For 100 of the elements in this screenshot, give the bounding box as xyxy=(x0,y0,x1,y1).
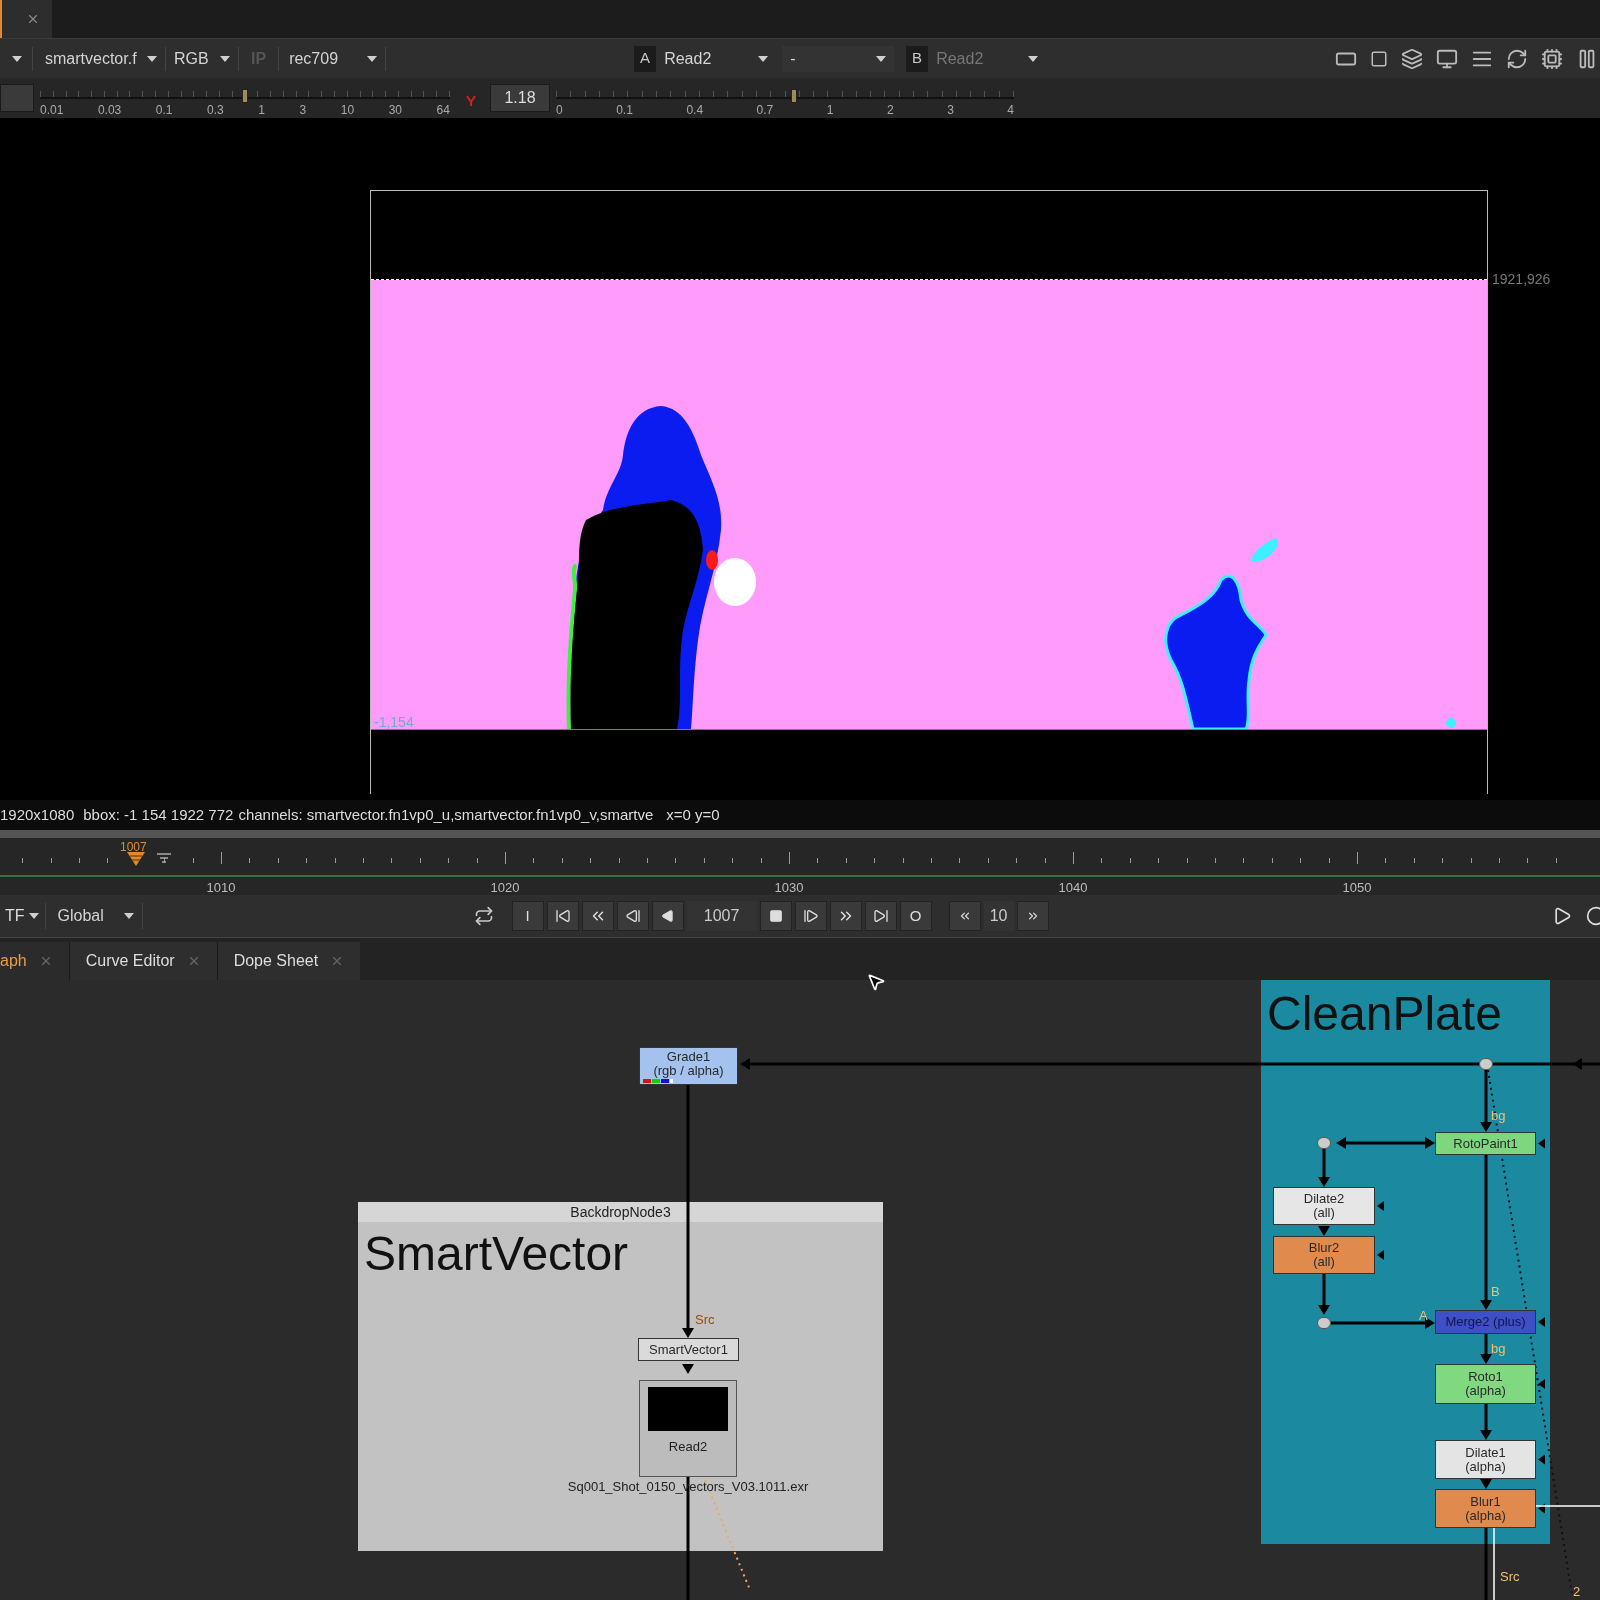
caret-icon xyxy=(367,55,378,62)
frame-label: 1030 xyxy=(774,879,804,897)
backdrop-label: CleanPlate xyxy=(1267,986,1503,1042)
connection-line xyxy=(1318,1274,1330,1315)
previous-key-button[interactable] xyxy=(581,901,614,931)
stop-button[interactable] xyxy=(759,901,792,931)
caret-icon xyxy=(12,55,22,62)
input-letter: A xyxy=(634,45,657,72)
input-arrow-icon[interactable] xyxy=(1538,1454,1545,1465)
cursor-position: x=0 y=0 xyxy=(666,804,720,825)
node[interactable]: RotoPaint1 xyxy=(1435,1132,1536,1155)
keyframe-marker-icon xyxy=(157,853,171,865)
node[interactable]: Dilate2 (all) xyxy=(1273,1187,1375,1225)
connection-line xyxy=(1318,1149,1330,1187)
input-label: 2 xyxy=(1573,1585,1581,1599)
panel-tab[interactable]: aph xyxy=(0,942,69,980)
connection-line xyxy=(1480,1404,1492,1440)
frame-label: 1040 xyxy=(1058,879,1088,897)
monitor-icon[interactable] xyxy=(1436,47,1458,70)
channels-text: channels: smartvector.fn1vp0_u,smartvector.fn1vp0_v,smartve xyxy=(238,804,654,825)
stop-icon xyxy=(768,909,783,923)
composite-dropdown[interactable]: - xyxy=(782,45,895,72)
input-label: bg xyxy=(1491,1109,1506,1123)
gamma-field[interactable]: 1.18 xyxy=(490,84,550,112)
caret-icon xyxy=(758,55,769,62)
timeline-ruler[interactable]: 1010 1020 1030 1040 1050 1007 xyxy=(0,838,1600,895)
viewer-tab[interactable] xyxy=(0,0,52,38)
close-icon[interactable] xyxy=(26,12,40,26)
loop-icon[interactable] xyxy=(473,906,494,926)
input-a-dropdown[interactable]: Read2 xyxy=(656,45,777,72)
channel-indicator-icon xyxy=(643,1079,673,1083)
node[interactable]: Grade1 (rgb / alpha) xyxy=(639,1047,738,1085)
read-node[interactable]: Read2 xyxy=(639,1380,737,1477)
skip-forward-icon xyxy=(872,908,889,924)
square-icon[interactable] xyxy=(1370,49,1388,68)
input-label: Src xyxy=(695,1313,715,1327)
refresh-icon[interactable] xyxy=(1506,47,1528,70)
slider-handle[interactable] xyxy=(242,89,248,103)
play-button[interactable] xyxy=(794,901,827,931)
skip-back-icon xyxy=(554,908,571,924)
step-back-button[interactable] xyxy=(616,901,649,931)
next-key-button[interactable] xyxy=(829,901,862,931)
panel-tab[interactable]: Dope Sheet xyxy=(216,942,361,980)
frame-label: 1010 xyxy=(206,879,236,897)
skip-back-increment-button[interactable] xyxy=(948,901,981,931)
node[interactable]: Blur2 (all) xyxy=(1273,1236,1375,1274)
node-label: Read2 xyxy=(668,1439,708,1455)
bbox-text: bbox: -1 154 1922 772 xyxy=(83,804,234,825)
playhead-marker-icon[interactable] xyxy=(127,852,145,866)
node[interactable]: SmartVector1 xyxy=(638,1338,739,1361)
input-arrow-icon[interactable] xyxy=(1538,1503,1545,1514)
caret-icon xyxy=(1028,55,1039,62)
scope-dropdown[interactable]: Global xyxy=(49,903,142,929)
input-label: A xyxy=(1419,1309,1428,1323)
slider-handle[interactable] xyxy=(791,89,798,103)
in-point-button[interactable]: I xyxy=(511,901,544,931)
skip-forward-increment-button[interactable] xyxy=(1016,901,1049,931)
input-arrow-icon[interactable] xyxy=(1538,1138,1545,1149)
coordinate-label: 1921,926 xyxy=(1492,270,1551,289)
time-mode-dropdown[interactable]: TF xyxy=(5,904,39,928)
connection-line xyxy=(1480,1334,1492,1364)
caret-icon xyxy=(147,55,157,62)
chip-icon[interactable] xyxy=(1541,47,1563,70)
out-point-button[interactable]: O xyxy=(899,901,932,931)
input-arrow-icon[interactable] xyxy=(1377,1201,1384,1211)
step-back-icon xyxy=(624,908,641,924)
play-backward-icon xyxy=(660,909,675,923)
frame-label: 1020 xyxy=(490,879,520,897)
node[interactable]: Dilate1 (alpha) xyxy=(1435,1440,1536,1479)
channels-dropdown[interactable]: RGB xyxy=(166,45,238,72)
first-frame-button[interactable] xyxy=(546,901,579,931)
caret-icon xyxy=(28,913,39,919)
input-arrow-icon[interactable] xyxy=(1377,1250,1384,1260)
coordinate-label: -1,154 xyxy=(374,713,414,732)
input-label: B xyxy=(1491,1285,1500,1299)
record-icon[interactable] xyxy=(1586,906,1600,926)
frame-field[interactable]: 1007 xyxy=(686,901,757,931)
input-arrow-icon[interactable] xyxy=(1538,1379,1545,1389)
layer-dropdown[interactable]: smartvector.f xyxy=(37,45,165,72)
format-text: 1920x1080 xyxy=(0,804,75,825)
increment-field[interactable]: 10 xyxy=(983,901,1014,931)
current-frame-label: 1007 xyxy=(120,839,147,856)
caret-icon xyxy=(123,913,134,919)
value-field[interactable] xyxy=(0,84,34,112)
cursor-icon xyxy=(866,972,886,992)
input-arrow-icon[interactable] xyxy=(1538,1317,1545,1327)
panel-tab[interactable]: Curve Editor xyxy=(68,942,217,980)
gamma-icon[interactable] xyxy=(466,95,476,107)
last-frame-button[interactable] xyxy=(864,901,897,931)
frame-label: 1050 xyxy=(1342,879,1372,897)
node[interactable]: Roto1 (alpha) xyxy=(1435,1364,1536,1404)
play-icon[interactable] xyxy=(1552,906,1572,926)
lut-dropdown[interactable]: rec709 xyxy=(281,45,386,72)
play-forward-icon xyxy=(802,908,819,924)
connection-line xyxy=(682,1364,694,1374)
input-label: bg xyxy=(1491,1342,1506,1356)
play-backward-button[interactable] xyxy=(651,901,684,931)
backdrop-title: BackdropNode3 xyxy=(358,1202,883,1222)
node[interactable]: Blur1 (alpha) xyxy=(1435,1489,1536,1528)
caret-icon xyxy=(876,55,887,62)
